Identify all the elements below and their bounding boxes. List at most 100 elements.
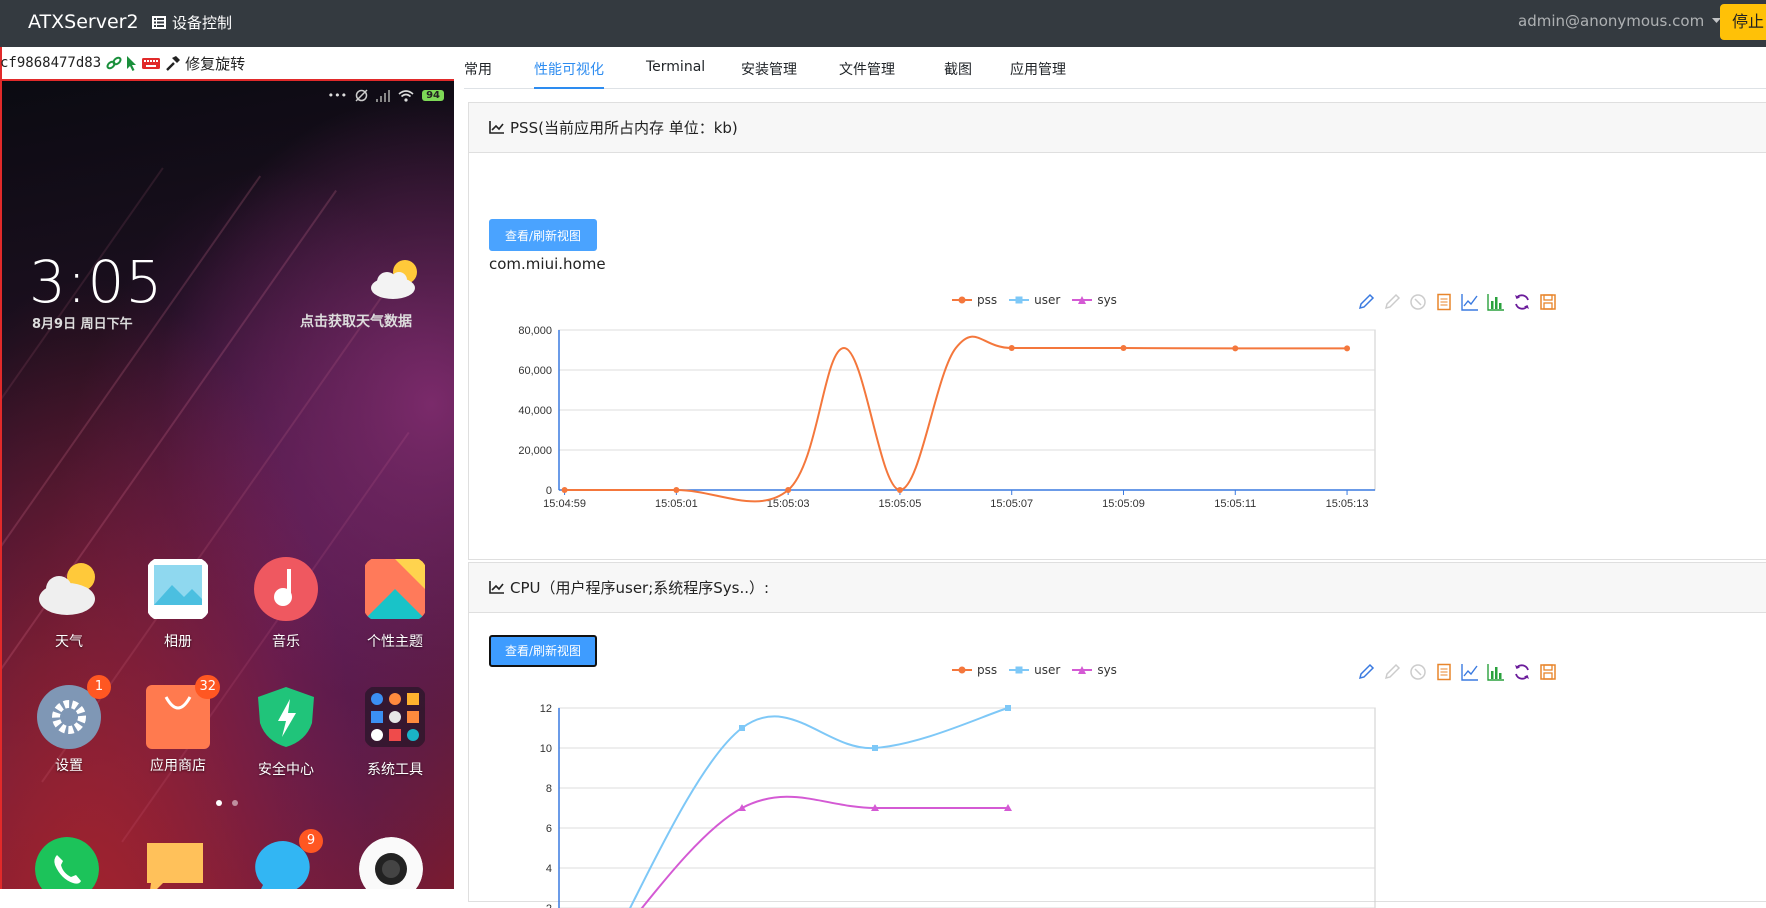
app-themes[interactable]: 个性主题 — [345, 557, 445, 651]
y-tick-label: 10 — [540, 743, 552, 755]
user-email: admin@anonymous.com — [1518, 12, 1705, 30]
notification-badge: 32 — [195, 675, 220, 699]
signal-icon — [376, 89, 391, 102]
tab-common[interactable]: 常用 — [464, 59, 492, 79]
hammer-icon[interactable] — [165, 55, 181, 71]
data-view-icon[interactable] — [1435, 293, 1453, 311]
cpu-card: CPU（用户程序user;系统程序Sys..）: 查看/刷新视图 pss use… — [468, 562, 1766, 908]
pss-data-point — [673, 487, 680, 493]
y-tick-label: 80,000 — [518, 325, 552, 337]
app-system-tools[interactable]: 系统工具 — [345, 685, 445, 779]
zoom-reset-icon[interactable] — [1383, 663, 1401, 681]
device-panel: cf9868477d83 修复旋转 ••• 94 3:05 8月9日 周日下午 … — [0, 47, 454, 889]
user-data-point — [872, 745, 878, 751]
fix-rotation-button[interactable]: 修复旋转 — [185, 53, 245, 74]
notification-badge: 1 — [87, 675, 111, 699]
save-image-icon[interactable] — [1539, 293, 1557, 311]
legend-item-pss[interactable]: pss — [952, 663, 997, 677]
pss-data-point — [1008, 345, 1015, 351]
data-view-icon[interactable] — [1435, 663, 1453, 681]
app-settings[interactable]: 1 设置 — [19, 675, 119, 775]
app-store[interactable]: 32 应用商店 — [128, 675, 228, 775]
phone-screen[interactable]: ••• 94 3:05 8月9日 周日下午 点击获取天气数据 天气 相册 音乐 … — [2, 81, 454, 889]
restore-icon[interactable] — [1409, 293, 1427, 311]
phone-app-icon[interactable] — [35, 837, 99, 889]
mouse-pointer-icon[interactable] — [127, 55, 137, 71]
weather-app-icon — [39, 563, 95, 615]
pss-refresh-button[interactable]: 查看/刷新视图 — [489, 219, 597, 251]
x-tick-label: 15:05:01 — [655, 498, 698, 510]
cpu-refresh-button[interactable]: 查看/刷新视图 — [489, 635, 597, 667]
tab-bar: 常用 性能可视化 Terminal 安装管理 文件管理 截图 应用管理 — [464, 47, 1766, 89]
pss-chart-toolbox — [1357, 293, 1557, 311]
pss-data-point — [1232, 345, 1239, 352]
legend-label: pss — [977, 663, 998, 677]
pss-data-point — [561, 487, 568, 493]
legend-label: user — [1034, 293, 1061, 307]
line-type-icon[interactable] — [1461, 663, 1479, 681]
app-label: 相册 — [164, 634, 192, 650]
mute-icon — [355, 89, 368, 102]
tab-app-manage[interactable]: 应用管理 — [1010, 59, 1066, 79]
device-control-link[interactable]: 设备控制 — [152, 12, 232, 33]
bar-type-icon[interactable] — [1487, 293, 1505, 311]
cpu-line-chart[interactable]: 12 10 8 6 4 2 — [469, 688, 1469, 908]
cpu-card-header: CPU（用户程序user;系统程序Sys..）: — [469, 563, 1766, 613]
pss-line-chart[interactable]: 80,000 60,000 40,000 20,000 015:04:59 15:05:0… — [469, 313, 1469, 563]
tab-performance[interactable]: 性能可视化 — [534, 59, 604, 89]
device-serial: cf9868477d83 — [0, 55, 102, 71]
package-name: com.miui.home — [489, 255, 606, 273]
gallery-app-icon — [148, 559, 208, 619]
weather-prompt[interactable]: 点击获取天气数据 — [300, 311, 412, 331]
cpu-chart-toolbox — [1357, 663, 1557, 681]
stop-button[interactable]: 停止 — [1720, 4, 1766, 40]
y-tick-label: 6 — [546, 823, 552, 835]
pss-data-point — [1120, 345, 1127, 351]
chat-app-icon[interactable]: 9 — [251, 829, 323, 889]
user-data-point — [1005, 705, 1011, 711]
link-icon[interactable] — [106, 56, 122, 70]
bar-type-icon[interactable] — [1487, 663, 1505, 681]
clock-widget[interactable]: 3:05 — [29, 248, 163, 316]
legend-item-sys[interactable]: sys — [1072, 663, 1117, 677]
weather-widget-icon[interactable] — [367, 258, 423, 302]
pss-data-point — [896, 487, 903, 493]
app-gallery[interactable]: 相册 — [128, 557, 228, 651]
keyboard-icon[interactable] — [142, 57, 161, 69]
restore-icon[interactable] — [1409, 663, 1427, 681]
data-zoom-icon[interactable] — [1357, 663, 1375, 681]
legend-item-sys[interactable]: sys — [1072, 293, 1117, 307]
cpu-card-title: CPU（用户程序user;系统程序Sys..）: — [510, 579, 770, 597]
camera-app-icon[interactable] — [359, 837, 423, 889]
data-zoom-icon[interactable] — [1357, 293, 1375, 311]
pss-chart-legend[interactable]: pss user sys — [952, 293, 1117, 307]
app-security[interactable]: 安全中心 — [236, 685, 336, 779]
cpu-chart-legend[interactable]: pss user sys — [952, 663, 1117, 677]
wifi-icon — [398, 89, 414, 102]
save-image-icon[interactable] — [1539, 663, 1557, 681]
refresh-icon[interactable] — [1513, 663, 1531, 681]
tab-install[interactable]: 安装管理 — [741, 59, 797, 79]
y-tick-label: 4 — [546, 863, 552, 875]
app-music[interactable]: 音乐 — [236, 557, 336, 651]
app-label: 音乐 — [272, 634, 300, 650]
tab-files[interactable]: 文件管理 — [839, 59, 895, 79]
messages-app-icon[interactable] — [143, 837, 207, 889]
legend-item-pss[interactable]: pss — [952, 293, 997, 307]
legend-item-user[interactable]: user — [1009, 663, 1060, 677]
tab-screenshot[interactable]: 截图 — [944, 59, 972, 79]
app-label: 设置 — [55, 758, 83, 774]
legend-item-user[interactable]: user — [1009, 293, 1060, 307]
legend-label: sys — [1097, 663, 1117, 677]
sys-series-line — [640, 795, 1008, 908]
page-indicator — [216, 800, 238, 806]
app-weather[interactable]: 天气 — [19, 557, 119, 651]
tab-terminal[interactable]: Terminal — [646, 59, 705, 75]
line-type-icon[interactable] — [1461, 293, 1479, 311]
refresh-icon[interactable] — [1513, 293, 1531, 311]
brand-title[interactable]: ATXServer2 — [28, 11, 139, 33]
x-tick-label: 15:05:05 — [879, 498, 922, 510]
y-tick-label: 2 — [546, 903, 552, 908]
zoom-reset-icon[interactable] — [1383, 293, 1401, 311]
user-menu-dropdown[interactable]: admin@anonymous.com — [1518, 12, 1722, 30]
